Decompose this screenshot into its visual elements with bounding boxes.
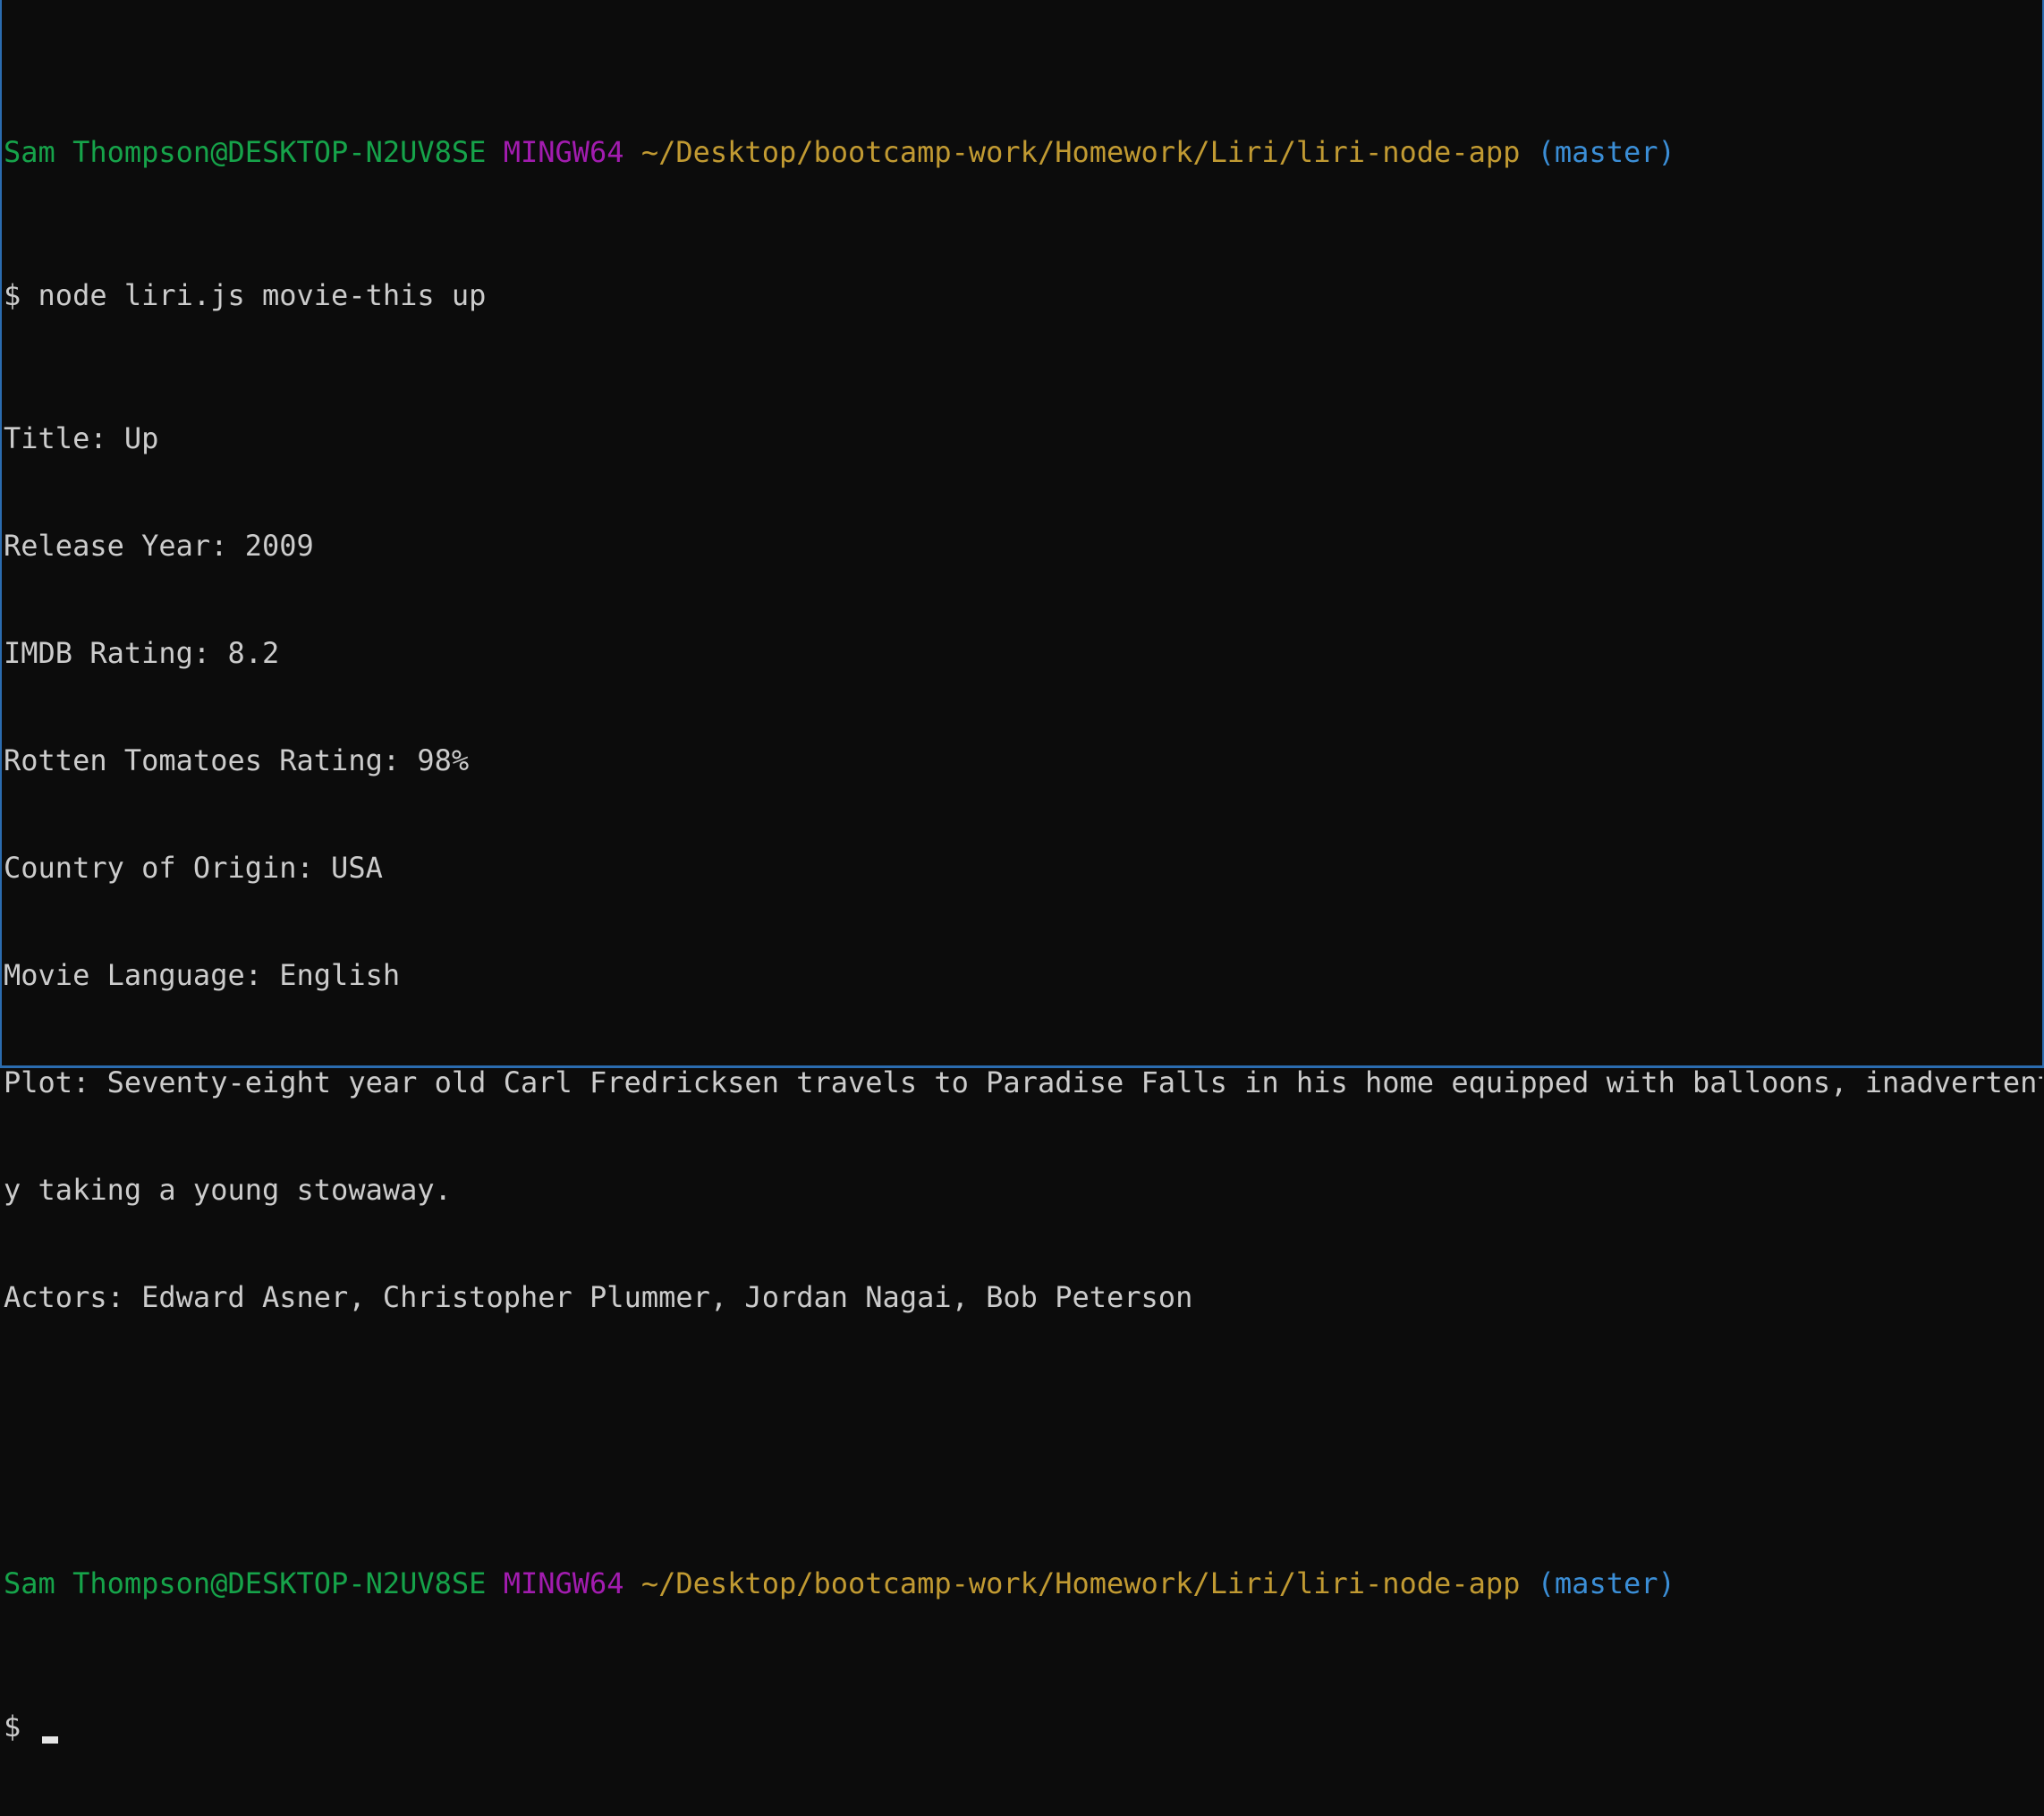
prompt-path: ~/Desktop/bootcamp-work/Homework/Liri/li…	[640, 1566, 1521, 1600]
prompt-system: MINGW64	[503, 135, 624, 169]
prompt-path: ~/Desktop/bootcamp-work/Homework/Liri/li…	[640, 135, 1521, 169]
output-line-language: Movie Language: English	[4, 958, 401, 992]
output-line-title: Title: Up	[4, 421, 159, 455]
prompt-line-2: Sam Thompson@DESKTOP-N2UV8SE MINGW64 ~/D…	[4, 1566, 2042, 1601]
prompt-user-host: Sam Thompson@DESKTOP-N2UV8SE	[4, 1566, 487, 1600]
output-line-rotten-tomatoes: Rotten Tomatoes Rating: 98%	[4, 743, 470, 777]
output-line-country: Country of Origin: USA	[4, 851, 383, 885]
prompt-symbol: $	[4, 1710, 21, 1744]
text-cursor	[41, 1736, 58, 1744]
command-line: $ node liri.js movie-this up	[4, 277, 2042, 313]
prompt-branch: (master)	[1537, 1566, 1675, 1600]
prompt-line: Sam Thompson@DESKTOP-N2UV8SE MINGW64 ~/D…	[4, 134, 2042, 170]
prompt-system: MINGW64	[503, 1566, 624, 1600]
output-line-actors: Actors: Edward Asner, Christopher Plumme…	[4, 1280, 1193, 1314]
output-line-plot: Plot: Seventy-eight year old Carl Fredri…	[4, 1065, 2042, 1099]
prompt-symbol: $	[4, 278, 21, 312]
output-line-plot-continued: y taking a young stowaway.	[4, 1173, 452, 1207]
input-line[interactable]: $	[4, 1709, 2042, 1744]
prompt-user-host: Sam Thompson@DESKTOP-N2UV8SE	[4, 135, 487, 169]
terminal-window[interactable]: Sam Thompson@DESKTOP-N2UV8SE MINGW64 ~/D…	[0, 0, 2044, 1744]
output-line-release-year: Release Year: 2009	[4, 529, 314, 563]
output-line-imdb-rating: IMDB Rating: 8.2	[4, 636, 280, 670]
command-text: node liri.js movie-this up	[38, 278, 487, 312]
prompt-branch: (master)	[1537, 135, 1675, 169]
